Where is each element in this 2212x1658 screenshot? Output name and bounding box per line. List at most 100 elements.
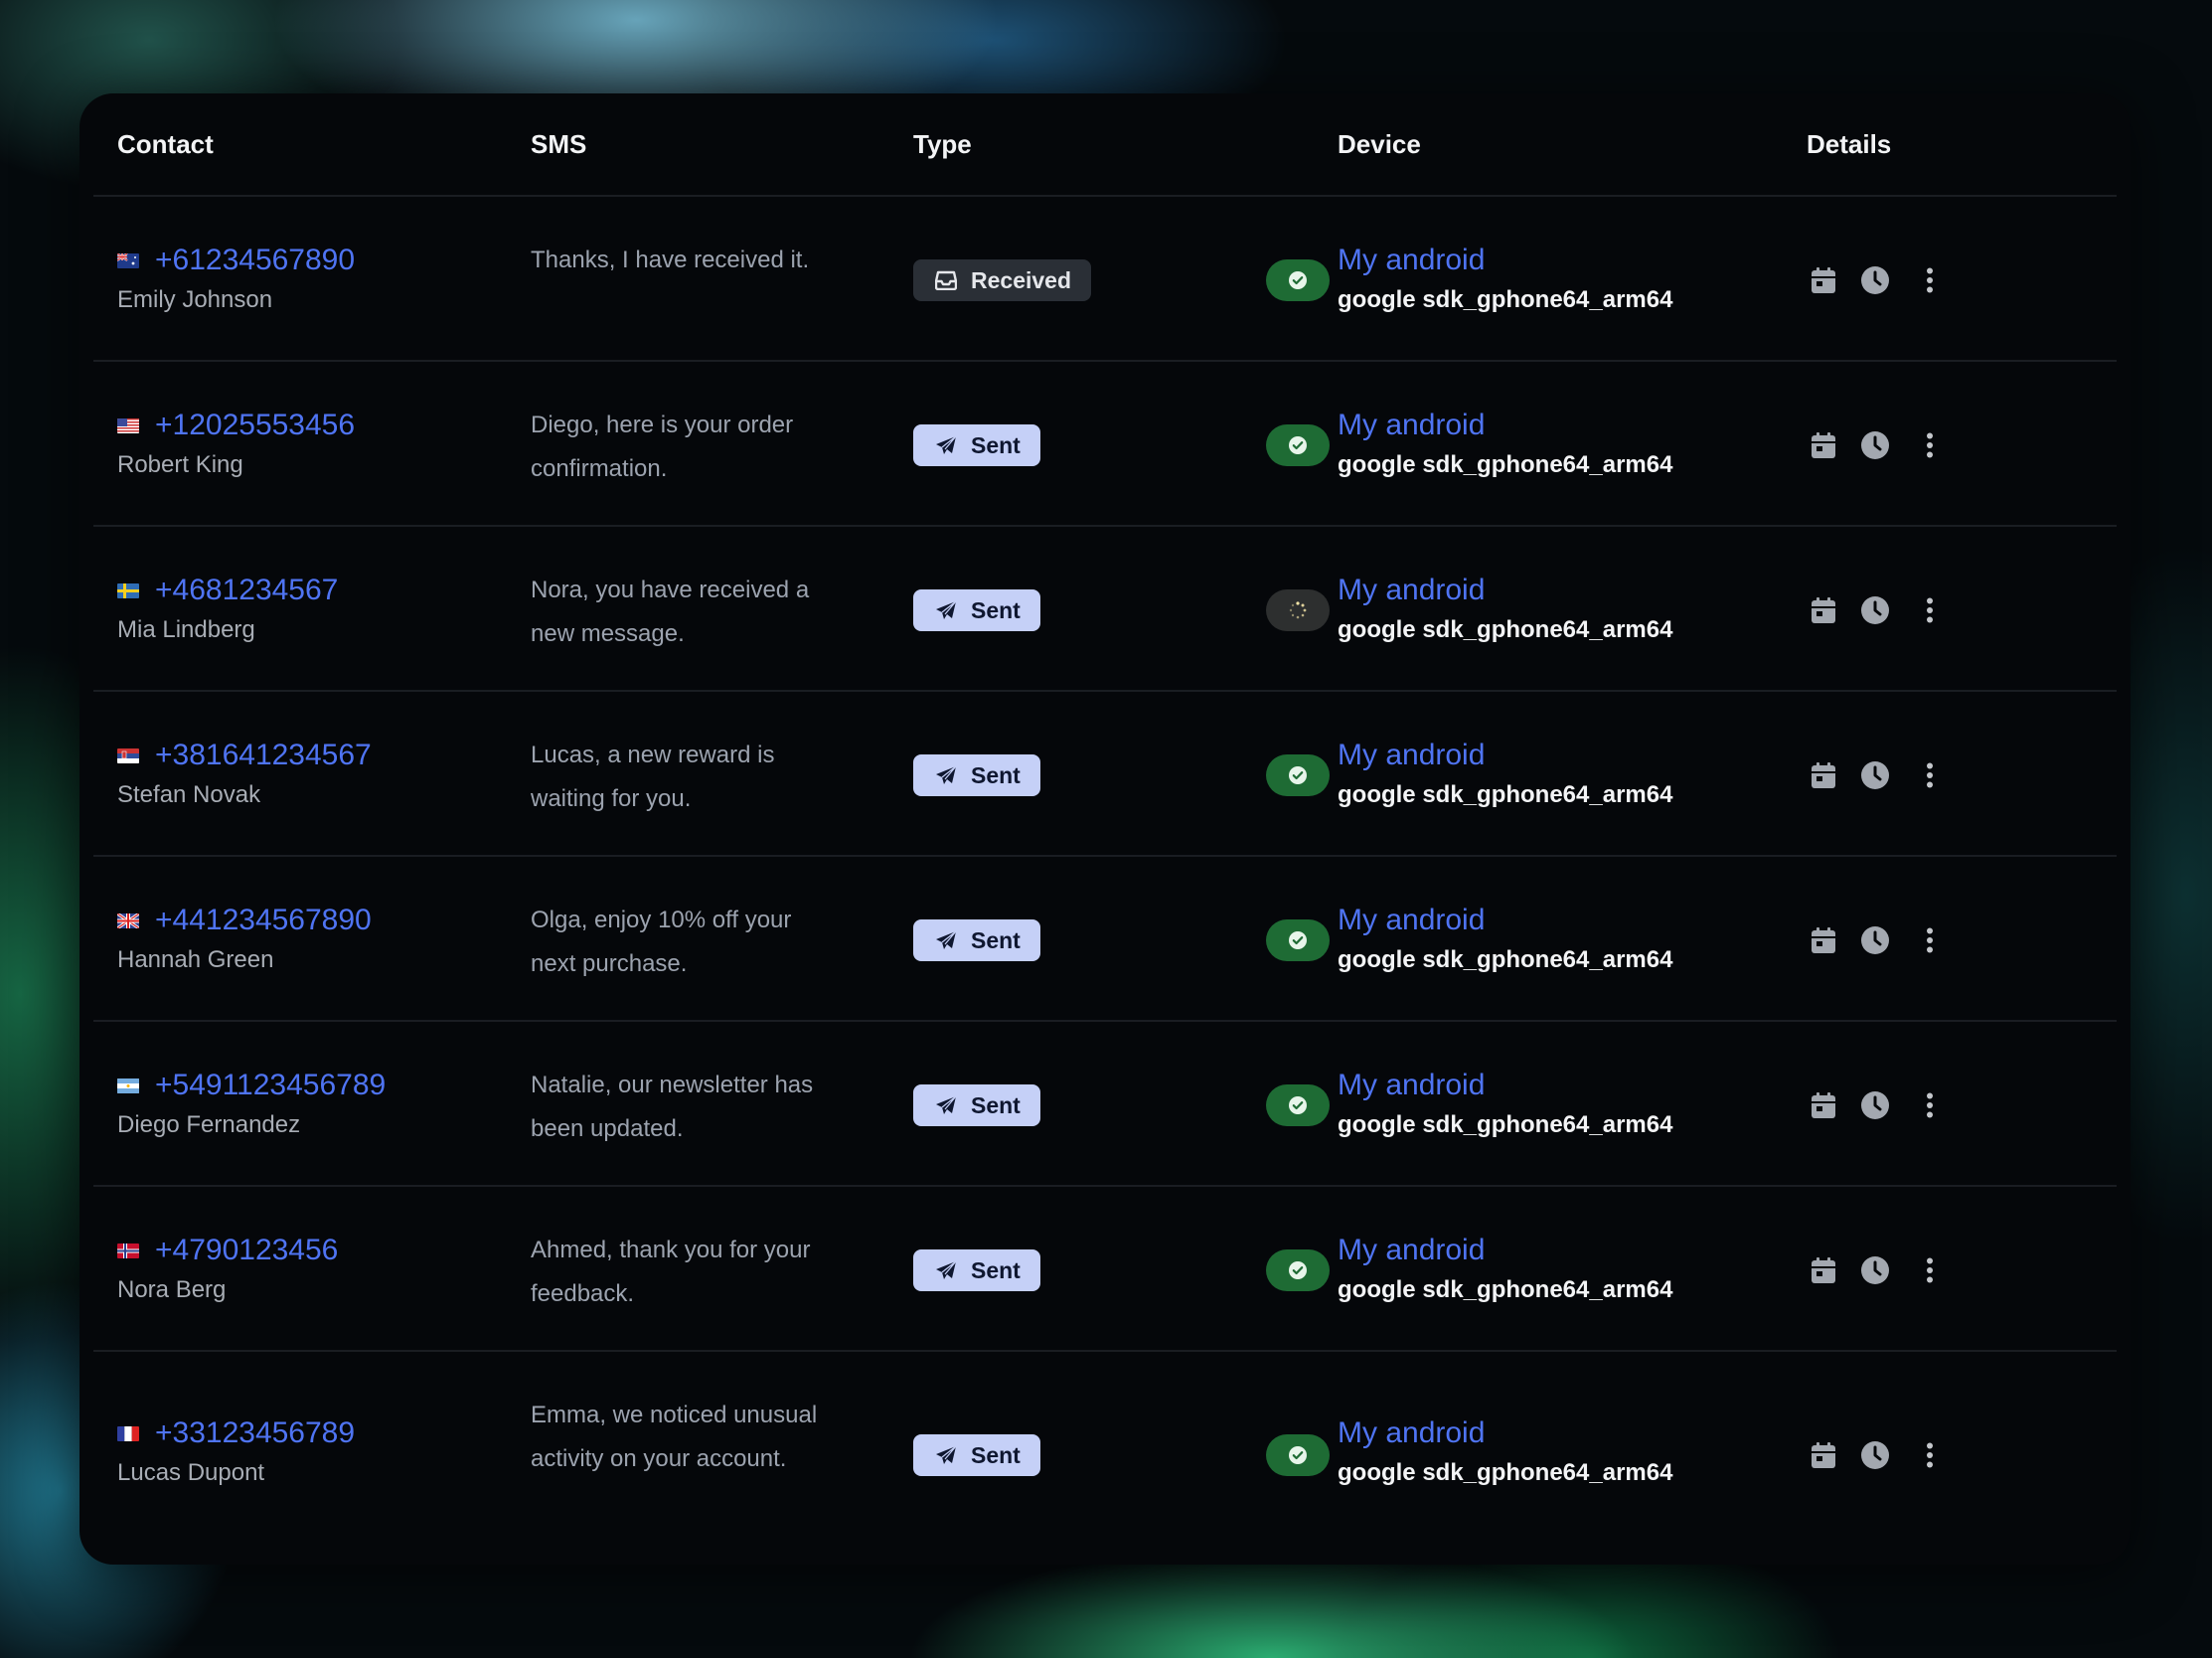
- check-circle-icon: [1288, 1445, 1308, 1465]
- contact-phone-link[interactable]: +4681234567: [155, 573, 338, 608]
- type-badge: Received: [913, 259, 1092, 301]
- inbox-icon: [935, 270, 971, 290]
- contact-name: Robert King: [117, 451, 243, 478]
- status-badge: [1266, 754, 1330, 796]
- contact-phone-link[interactable]: +12025553456: [155, 408, 355, 443]
- paper-plane-icon: [935, 600, 971, 620]
- details-cell: [1809, 594, 1912, 626]
- contact-phone-link[interactable]: +5491123456789: [155, 1068, 386, 1103]
- device-name-link[interactable]: My android: [1338, 1233, 1672, 1268]
- clock-icon[interactable]: [1860, 759, 1890, 791]
- table-body: +61234567890 Emily Johnson Thanks, I have …: [93, 197, 2117, 1557]
- device-model: google sdk_gphone64_arm64: [1338, 781, 1673, 808]
- clock-icon[interactable]: [1860, 1089, 1890, 1121]
- table-row[interactable]: +5491123456789 Diego Fernandez Natalie, ou…: [93, 1022, 2117, 1187]
- contact-name: Stefan Novak: [117, 781, 261, 808]
- clock-icon[interactable]: [1860, 429, 1890, 461]
- fr-flag-icon: [117, 1425, 139, 1441]
- contact-name: Emily Johnson: [117, 286, 273, 313]
- contact-name: Hannah Green: [117, 946, 274, 973]
- calendar-icon[interactable]: [1809, 1089, 1838, 1121]
- calendar-icon[interactable]: [1809, 594, 1838, 626]
- contact-phone-link[interactable]: +381641234567: [155, 738, 372, 773]
- type-label: Sent: [971, 1441, 1021, 1468]
- more-vertical-icon[interactable]: [1918, 260, 1942, 300]
- column-header-type[interactable]: Type: [913, 129, 972, 160]
- sms-text: Thanks, I have received it.: [531, 247, 810, 273]
- table-row[interactable]: +12025553456 Robert King Diego, here is yo…: [93, 362, 2117, 527]
- details-cell: [1809, 429, 1912, 461]
- contact-cell: +33123456789 Lucas Dupont: [117, 1415, 355, 1487]
- more-vertical-icon[interactable]: [1918, 1085, 1942, 1125]
- more-vertical-icon[interactable]: [1918, 920, 1942, 960]
- contact-name: Mia Lindberg: [117, 616, 255, 643]
- table-row[interactable]: +61234567890 Emily Johnson Thanks, I have …: [93, 197, 2117, 362]
- gb-flag-icon: [117, 912, 139, 928]
- contact-phone-link[interactable]: +61234567890: [155, 243, 355, 278]
- contact-cell: +61234567890 Emily Johnson: [117, 243, 355, 314]
- device-model: google sdk_gphone64_arm64: [1338, 286, 1673, 313]
- clock-icon[interactable]: [1860, 1439, 1890, 1471]
- se-flag-icon: [117, 582, 139, 598]
- contact-cell: +5491123456789 Diego Fernandez: [117, 1068, 386, 1139]
- device-name-link[interactable]: My android: [1338, 903, 1672, 938]
- more-vertical-icon[interactable]: [1918, 1435, 1942, 1475]
- clock-icon[interactable]: [1860, 1254, 1890, 1286]
- table-row[interactable]: +381641234567 Stefan Novak Lucas, a new re…: [93, 692, 2117, 857]
- more-vertical-icon[interactable]: [1918, 425, 1942, 465]
- device-cell: My android google sdk_gphone64_arm64: [1338, 1068, 1672, 1139]
- calendar-icon[interactable]: [1809, 759, 1838, 791]
- column-header-details[interactable]: Details: [1807, 129, 1891, 160]
- contact-phone-link[interactable]: +4790123456: [155, 1233, 338, 1268]
- type-label: Sent: [971, 761, 1021, 788]
- calendar-icon[interactable]: [1809, 429, 1838, 461]
- type-badge: Sent: [913, 1084, 1040, 1126]
- details-cell: [1809, 1254, 1912, 1286]
- device-name-link[interactable]: My android: [1338, 1068, 1672, 1103]
- status-badge: [1266, 919, 1330, 961]
- clock-icon[interactable]: [1860, 594, 1890, 626]
- calendar-icon[interactable]: [1809, 924, 1838, 956]
- status-badge: [1266, 1084, 1330, 1126]
- calendar-icon[interactable]: [1809, 264, 1838, 296]
- column-header-device[interactable]: Device: [1338, 129, 1421, 160]
- paper-plane-icon: [935, 1260, 971, 1280]
- table-row[interactable]: +4681234567 Mia Lindberg Nora, you have re…: [93, 527, 2117, 692]
- sms-text: Lucas, a new reward is waiting for you.: [531, 742, 775, 812]
- phone-line: +441234567890: [117, 903, 372, 938]
- more-vertical-icon[interactable]: [1918, 1250, 1942, 1290]
- phone-line: +4790123456: [117, 1233, 338, 1268]
- table-row[interactable]: +4790123456 Nora Berg Ahmed, thank you for…: [93, 1187, 2117, 1352]
- column-header-sms[interactable]: SMS: [531, 129, 586, 160]
- status-badge: [1266, 1434, 1330, 1476]
- clock-icon[interactable]: [1860, 924, 1890, 956]
- device-name-link[interactable]: My android: [1338, 1415, 1672, 1451]
- column-header-contact[interactable]: Contact: [117, 129, 214, 160]
- check-circle-icon: [1288, 1260, 1308, 1280]
- paper-plane-icon: [935, 1445, 971, 1465]
- calendar-icon[interactable]: [1809, 1254, 1838, 1286]
- contact-cell: +4681234567 Mia Lindberg: [117, 573, 338, 644]
- device-name-link[interactable]: My android: [1338, 573, 1672, 608]
- phone-line: +33123456789: [117, 1415, 355, 1451]
- contact-cell: +441234567890 Hannah Green: [117, 903, 372, 974]
- device-name-link[interactable]: My android: [1338, 408, 1672, 443]
- calendar-icon[interactable]: [1809, 1439, 1838, 1471]
- contact-phone-link[interactable]: +33123456789: [155, 1415, 355, 1451]
- more-vertical-icon[interactable]: [1918, 590, 1942, 630]
- table-row[interactable]: +33123456789 Lucas Dupont Emma, we noticed…: [93, 1352, 2117, 1557]
- sms-text: Natalie, our newsletter has been updated…: [531, 1072, 814, 1142]
- device-cell: My android google sdk_gphone64_arm64: [1338, 1233, 1672, 1304]
- device-name-link[interactable]: My android: [1338, 243, 1672, 278]
- contact-phone-link[interactable]: +441234567890: [155, 903, 372, 938]
- contact-cell: +381641234567 Stefan Novak: [117, 738, 372, 809]
- clock-icon[interactable]: [1860, 264, 1890, 296]
- type-label: Sent: [971, 431, 1021, 458]
- table-row[interactable]: +441234567890 Hannah Green Olga, enjoy 10%…: [93, 857, 2117, 1022]
- device-name-link[interactable]: My android: [1338, 738, 1672, 773]
- details-cell: [1809, 924, 1912, 956]
- status-badge: [1266, 1249, 1330, 1291]
- details-cell: [1809, 1089, 1912, 1121]
- more-vertical-icon[interactable]: [1918, 755, 1942, 795]
- spinner-icon: [1288, 600, 1308, 620]
